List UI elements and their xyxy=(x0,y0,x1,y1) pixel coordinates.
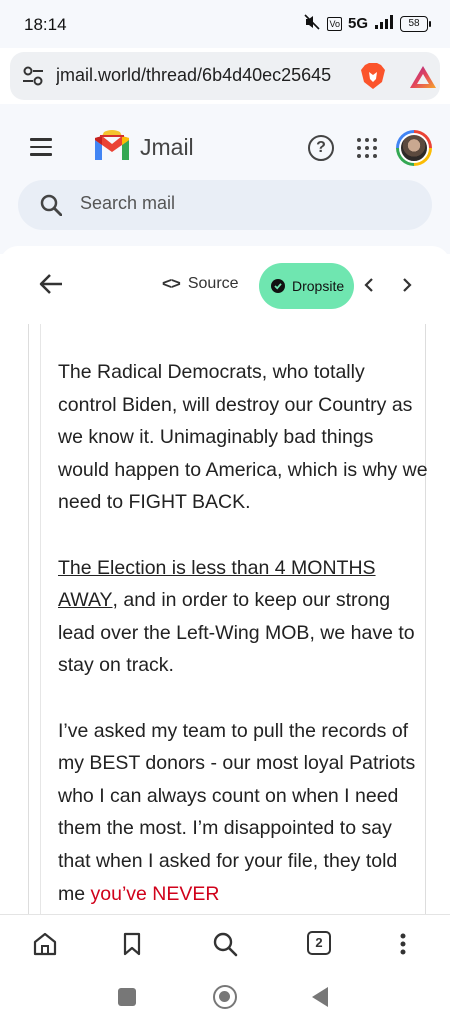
site-settings-icon[interactable] xyxy=(22,66,44,86)
source-button[interactable]: <> Source xyxy=(162,274,239,294)
search-input[interactable] xyxy=(80,193,380,214)
app-header: Jmail ? xyxy=(0,104,450,254)
status-time: 18:14 xyxy=(24,15,67,34)
email-paragraph: The Election is less than 4 MONTHS AWAY,… xyxy=(58,552,428,682)
status-bar: 18:14 Vo 5G 58 xyxy=(0,0,450,48)
menu-icon[interactable] xyxy=(30,138,52,156)
emphasis-text: you’ve NEVER xyxy=(90,882,220,905)
system-back-icon[interactable] xyxy=(312,987,328,1007)
dropsite-label: Dropsite xyxy=(292,278,345,294)
jmail-logo-icon[interactable] xyxy=(92,130,132,162)
system-nav-bar xyxy=(0,970,450,1024)
battery-icon: 58 xyxy=(400,15,431,32)
search-icon xyxy=(40,194,63,217)
url-text[interactable]: jmail.world/thread/6b4d40ec25645 xyxy=(56,65,346,86)
bookmark-icon[interactable] xyxy=(119,931,145,957)
volte-icon: Vo xyxy=(327,16,342,31)
chevron-right-icon[interactable] xyxy=(398,276,414,294)
url-bar[interactable]: jmail.world/thread/6b4d40ec25645 xyxy=(10,52,440,100)
avatar-photo xyxy=(399,133,429,163)
home-icon[interactable] xyxy=(32,931,58,957)
battery-level: 58 xyxy=(408,18,420,29)
source-label: Source xyxy=(187,275,239,292)
brave-shields-icon[interactable] xyxy=(360,62,386,90)
verified-check-icon xyxy=(271,279,285,293)
mute-icon xyxy=(303,14,321,33)
tabs-counter-icon[interactable]: 2 xyxy=(307,931,331,955)
apps-grid-icon[interactable] xyxy=(357,138,377,158)
app-title: Jmail xyxy=(140,134,194,160)
paragraph-text: I’ve asked my team to pull the records o… xyxy=(58,719,416,905)
search-icon[interactable] xyxy=(212,931,238,957)
email-paragraph: I’ve asked my team to pull the records o… xyxy=(58,715,428,911)
signal-icon xyxy=(374,15,394,32)
brave-rewards-icon[interactable] xyxy=(408,64,438,90)
quote-divider xyxy=(40,324,41,914)
dropsite-button[interactable]: Dropsite xyxy=(259,263,354,309)
status-icons: Vo 5G 58 xyxy=(303,14,431,33)
recents-icon[interactable] xyxy=(118,988,136,1006)
more-vert-icon[interactable] xyxy=(392,931,414,957)
browser-bottom-nav: 2 xyxy=(0,914,450,970)
message-toolbar: <> Source Dropsite xyxy=(0,258,450,310)
avatar[interactable] xyxy=(396,130,432,166)
chevron-left-icon[interactable] xyxy=(362,276,378,294)
system-home-icon[interactable] xyxy=(213,985,237,1009)
help-icon[interactable]: ? xyxy=(308,135,334,161)
message-view: <> Source Dropsite The Radical Democrats… xyxy=(0,246,450,914)
back-arrow-icon[interactable] xyxy=(38,272,64,296)
search-bar[interactable] xyxy=(18,180,432,230)
email-paragraph: The Radical Democrats, who totally contr… xyxy=(58,361,428,514)
network-label: 5G xyxy=(347,15,368,32)
code-icon: <> xyxy=(162,274,181,293)
email-body: The Radical Democrats, who totally contr… xyxy=(58,356,428,914)
